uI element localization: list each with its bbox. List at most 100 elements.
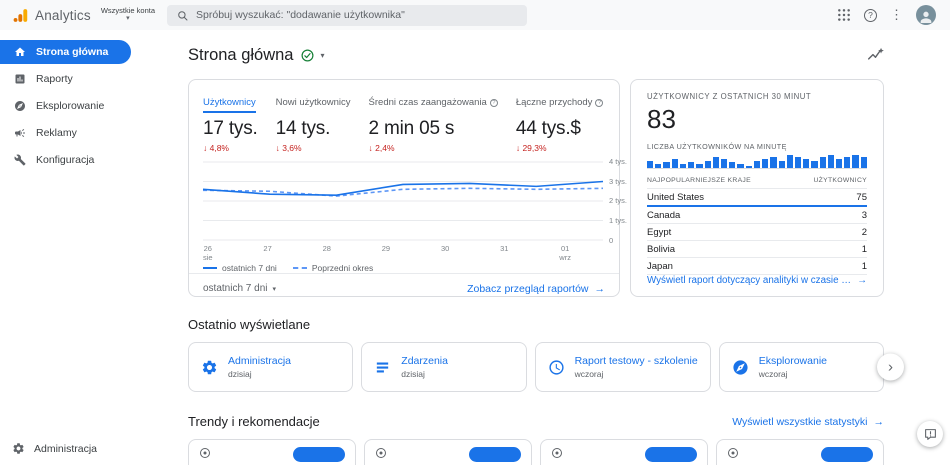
minute-bar	[795, 157, 801, 168]
x-axis-tick: 30	[441, 244, 449, 261]
trend-action-pill[interactable]	[821, 447, 873, 462]
list-icon	[374, 359, 391, 376]
sidebar-item-explore[interactable]: Eksplorowanie	[0, 94, 145, 118]
arrow-right-icon: →	[595, 283, 606, 295]
topbar-actions: ? ⋮	[837, 5, 940, 25]
minute-bar	[705, 161, 711, 168]
compass-icon	[14, 100, 26, 112]
overview-card-footer: ostatnich 7 dni ▾ Zobacz przegląd raport…	[189, 273, 619, 303]
sidebar-item-label: Raporty	[36, 73, 73, 85]
link-label: Wyświetl wszystkie statystyki	[732, 416, 867, 428]
realtime-title: UŻYTKOWNICY Z OSTATNICH 30 MINUT	[647, 92, 867, 101]
metric-value: 17 tys.	[203, 118, 258, 140]
account-switcher[interactable]: Wszystkie konta ▾	[101, 7, 155, 24]
recent-card-test-report[interactable]: Raport testowy - szkolenie wczoraj	[535, 342, 711, 392]
sidebar-item-reports[interactable]: Raporty	[0, 67, 145, 91]
minute-bar	[737, 164, 743, 168]
sidebar-item-configure[interactable]: Konfiguracja	[0, 148, 145, 172]
more-vertical-icon[interactable]: ⋮	[890, 7, 903, 23]
recent-card-admin[interactable]: Administracja dzisiaj	[188, 342, 353, 392]
metric-value: 2 min 05 s	[369, 118, 498, 140]
x-axis-tick: 28	[323, 244, 331, 261]
sidebar-item-label: Konfiguracja	[36, 154, 94, 166]
realtime-card: UŻYTKOWNICY Z OSTATNICH 30 MINUT 83 LICZ…	[630, 79, 884, 297]
sidebar-item-advertising[interactable]: Reklamy	[0, 121, 145, 145]
analytics-home-link[interactable]: Analytics	[10, 7, 91, 24]
brand-name: Analytics	[35, 8, 91, 23]
trend-action-pill[interactable]	[645, 447, 697, 462]
metric-tabs: Użytkownicy 17 tys. ↓ 4,8% Nowi użytkown…	[203, 92, 605, 153]
search-input[interactable]	[196, 9, 517, 21]
analytics-app: Analytics Wszystkie konta ▾ ? ⋮	[0, 0, 950, 465]
sidebar-item-admin[interactable]: Administracja	[12, 442, 97, 455]
trends-title: Trendy i rekomendacje	[188, 414, 320, 429]
metric-label: Średni czas zaangażowania	[369, 97, 487, 108]
recent-card-time: dzisiaj	[401, 369, 448, 379]
main-content: Strona główna ▾	[145, 30, 950, 465]
metric-label: Łączne przychody	[516, 97, 593, 108]
trend-card-icon	[727, 447, 739, 459]
table-row: United States 75	[647, 189, 867, 207]
metric-label: Nowi użytkownicy	[276, 97, 351, 108]
recent-card-events[interactable]: Zdarzenia dzisiaj	[361, 342, 526, 392]
date-range-selector[interactable]: ostatnich 7 dni ▾	[203, 283, 276, 294]
trend-action-pill[interactable]	[293, 447, 345, 462]
trend-card[interactable]	[188, 439, 356, 465]
all-insights-link[interactable]: Wyświetl wszystkie statystyki →	[732, 416, 884, 428]
trend-card[interactable]	[716, 439, 884, 465]
users-trend-chart: 4 tys. 3 tys. 2 tys. 1 tys. 0	[203, 161, 605, 241]
insights-icon[interactable]	[867, 47, 884, 64]
user-avatar[interactable]	[916, 5, 936, 25]
metric-tab-engagement-time[interactable]: Średni czas zaangażowania ? 2 min 05 s ↓…	[369, 92, 498, 153]
help-icon: ?	[490, 99, 498, 107]
country-users: 1	[862, 244, 867, 255]
recently-viewed-row: Administracja dzisiaj Zdarzenia dzisiaj	[188, 342, 884, 392]
minute-bar	[746, 166, 752, 168]
metric-delta: ↓ 4,8%	[203, 143, 258, 153]
metric-tab-total-revenue[interactable]: Łączne przychody ? 44 tys.$ ↓ 29,3%	[516, 92, 604, 153]
help-icon[interactable]: ?	[864, 9, 877, 22]
trend-card-icon	[375, 447, 387, 459]
bar-chart-icon	[14, 73, 26, 85]
country-name: United States	[647, 192, 704, 203]
recent-card-label: Administracja	[228, 355, 291, 367]
recent-card-label: Zdarzenia	[401, 355, 448, 367]
apps-grid-icon[interactable]	[837, 8, 851, 22]
chart-legend: ostatnich 7 dni Poprzedni okres	[203, 263, 605, 273]
minute-bar	[647, 161, 653, 168]
metric-value: 44 tys.$	[516, 118, 604, 140]
recent-card-time: wczoraj	[575, 369, 698, 379]
trend-card[interactable]	[364, 439, 532, 465]
metric-tab-new-users[interactable]: Nowi użytkownicy 14 tys. ↓ 3,6%	[276, 92, 351, 153]
gear-icon	[201, 359, 218, 376]
country-name: Japan	[647, 261, 673, 272]
trend-card[interactable]	[540, 439, 708, 465]
trend-action-pill[interactable]	[469, 447, 521, 462]
sidebar-admin-label: Administracja	[34, 443, 97, 455]
carousel-next-button[interactable]: ›	[877, 354, 904, 381]
country-users: 75	[856, 192, 867, 203]
recently-viewed-title: Ostatnio wyświetlane	[188, 317, 884, 332]
minute-bar	[713, 157, 719, 168]
sidebar-item-home[interactable]: Strona główna	[0, 40, 131, 64]
x-axis-tick: 26sie	[203, 244, 213, 261]
metric-tab-users[interactable]: Użytkownicy 17 tys. ↓ 4,8%	[203, 92, 258, 153]
topbar: Analytics Wszystkie konta ▾ ? ⋮	[0, 0, 950, 30]
chevron-down-icon[interactable]: ▾	[321, 51, 325, 60]
overview-row: Użytkownicy 17 tys. ↓ 4,8% Nowi użytkown…	[188, 79, 884, 297]
countries-table-header: NAJPOPULARNIEJSZE KRAJE UŻYTKOWNICY	[647, 177, 867, 189]
feedback-button[interactable]	[917, 421, 943, 447]
megaphone-icon	[14, 127, 26, 139]
date-range-label: ostatnich 7 dni	[203, 283, 268, 294]
recent-card-explore[interactable]: Eksplorowanie wczoraj	[719, 342, 884, 392]
search-bar[interactable]	[167, 5, 527, 26]
home-icon	[14, 46, 26, 58]
reports-overview-link[interactable]: Zobacz przegląd raportów →	[467, 283, 605, 295]
sidebar: Strona główna Raporty Eksplorowanie Rekl…	[0, 30, 145, 465]
realtime-report-link[interactable]: Wyświetl raport dotyczący analityki w cz…	[647, 275, 867, 286]
account-switcher-label: Wszystkie konta	[101, 7, 155, 16]
recent-card-label: Eksplorowanie	[759, 355, 827, 367]
legend-label: Poprzedni okres	[312, 263, 373, 273]
minute-bar	[803, 159, 809, 168]
x-axis-tick: 27	[263, 244, 271, 261]
